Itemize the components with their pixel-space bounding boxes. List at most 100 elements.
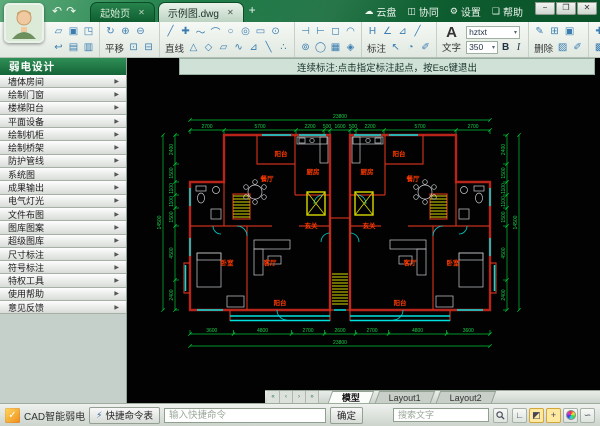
- tab-close-icon[interactable]: ✕: [227, 8, 234, 17]
- zoom-in-icon[interactable]: ⊕: [118, 24, 133, 39]
- offset-icon[interactable]: ⊚: [298, 40, 313, 55]
- sidebar-item-超级图库[interactable]: 超级图库▶: [0, 235, 126, 248]
- paste-icon[interactable]: ▣: [562, 24, 577, 39]
- dim-quick-icon[interactable]: ✐: [418, 40, 433, 55]
- donut-icon[interactable]: ◎: [238, 24, 253, 39]
- copy-icon[interactable]: ⊞: [547, 24, 562, 39]
- italic-button[interactable]: I: [512, 41, 525, 54]
- layout-tab-模型[interactable]: 模型: [328, 391, 374, 403]
- sidebar-item-楼梯阳台[interactable]: 楼梯阳台▶: [0, 102, 126, 115]
- prev-page-icon[interactable]: ‹: [280, 391, 293, 403]
- array-icon[interactable]: ▩: [592, 40, 600, 55]
- circle-icon[interactable]: ○: [223, 24, 238, 39]
- sidebar-item-系统图[interactable]: 系统图▶: [0, 168, 126, 181]
- save-icon[interactable]: ▣: [66, 24, 81, 39]
- close-button[interactable]: ✕: [577, 2, 597, 15]
- bold-button[interactable]: B: [499, 41, 512, 54]
- document-tab-1[interactable]: 示例图.dwg✕: [158, 2, 244, 22]
- sidebar-item-符号标注[interactable]: 符号标注▶: [0, 261, 126, 274]
- text-style-select[interactable]: hztxt ▾: [466, 26, 520, 39]
- dim-radius-icon[interactable]: ⊿: [395, 24, 410, 39]
- quick-command-button[interactable]: ⚡ 快捷命令表: [89, 407, 160, 424]
- matchprop-icon[interactable]: ▨: [555, 40, 570, 55]
- line-icon[interactable]: ╱: [163, 24, 178, 39]
- solid-icon[interactable]: ◈: [343, 40, 358, 55]
- user-avatar[interactable]: [4, 3, 44, 43]
- tab-close-icon[interactable]: ✕: [138, 8, 145, 17]
- rect2-icon[interactable]: ◻: [328, 24, 343, 39]
- sidebar-item-尺寸标注[interactable]: 尺寸标注▶: [0, 248, 126, 261]
- sidebar-item-绘制桥架[interactable]: 绘制桥架▶: [0, 141, 126, 154]
- pan-hand-icon[interactable]: ∽: [580, 408, 595, 423]
- ray-icon[interactable]: ╲: [261, 40, 276, 55]
- command-input[interactable]: [164, 408, 326, 423]
- last-page-icon[interactable]: »: [306, 391, 319, 403]
- sidebar-item-图库图案[interactable]: 图库图案▶: [0, 221, 126, 234]
- dim-arc-icon[interactable]: ◔: [403, 40, 418, 55]
- snap-icon[interactable]: ◩: [529, 408, 544, 423]
- title-action-设置[interactable]: ⚙设置: [450, 4, 481, 19]
- trapezoid-icon[interactable]: ⊿: [246, 40, 261, 55]
- sidebar-item-文件布图[interactable]: 文件布图▶: [0, 208, 126, 221]
- print-icon[interactable]: ▤: [66, 40, 81, 55]
- spline-icon[interactable]: ∿: [231, 40, 246, 55]
- arc2-icon[interactable]: ◠: [343, 24, 358, 39]
- hatch-icon[interactable]: ▦: [328, 40, 343, 55]
- floor-plan-drawing[interactable]: 2700570022005001600500220057002700238003…: [127, 78, 600, 390]
- title-action-协同[interactable]: ◫协同: [407, 4, 439, 19]
- sidebar-item-平面设备[interactable]: 平面设备▶: [0, 115, 126, 128]
- triangle-icon[interactable]: △: [186, 40, 201, 55]
- confirm-button[interactable]: 确定: [330, 407, 363, 424]
- search-icon[interactable]: [493, 408, 508, 423]
- zoom-out-icon[interactable]: ⊖: [133, 24, 148, 39]
- title-action-帮助[interactable]: ❑帮助: [492, 4, 523, 19]
- brush-icon[interactable]: ✐: [570, 40, 585, 55]
- next-page-icon[interactable]: ›: [293, 391, 306, 403]
- zoom-previous-icon[interactable]: ⊟: [141, 40, 156, 55]
- dim-leader-icon[interactable]: ↖: [388, 40, 403, 55]
- search-input[interactable]: [393, 408, 489, 422]
- sidebar-item-意见反馈[interactable]: 意见反馈▶: [0, 301, 126, 314]
- publish-icon[interactable]: ▥: [81, 40, 96, 55]
- point-icon[interactable]: ∴: [276, 40, 291, 55]
- xline-icon[interactable]: ✚: [178, 24, 193, 39]
- new-tab-button[interactable]: +: [249, 3, 256, 19]
- sidebar-item-使用帮助[interactable]: 使用帮助▶: [0, 288, 126, 301]
- layout-tab-Layout1[interactable]: Layout1: [375, 391, 435, 403]
- erase-icon[interactable]: ✎: [532, 24, 547, 39]
- title-action-云盘[interactable]: ☁云盘: [364, 4, 396, 19]
- dim-aligned-icon[interactable]: ╱: [410, 24, 425, 39]
- color-wheel-icon[interactable]: [563, 408, 578, 423]
- drawing-canvas[interactable]: 连续标注:点击指定标注起点，按Esc键退出: [127, 58, 600, 403]
- back-icon[interactable]: ↩: [51, 40, 66, 55]
- extend-icon[interactable]: ⊢: [313, 24, 328, 39]
- text-tool-icon[interactable]: A: [440, 26, 463, 40]
- undo-icon[interactable]: ↶: [52, 5, 62, 17]
- zoom-window-icon[interactable]: ⊡: [126, 40, 141, 55]
- polygon-icon[interactable]: ◇: [201, 40, 216, 55]
- text-height-select[interactable]: 350 ▾: [466, 41, 498, 54]
- orbit-icon[interactable]: ↻: [103, 24, 118, 39]
- document-tab-0[interactable]: 起始页✕: [90, 2, 155, 22]
- move-icon[interactable]: ✚: [592, 24, 600, 39]
- sidebar-item-绘制门窗[interactable]: 绘制门窗▶: [0, 88, 126, 101]
- layout-tab-Layout2[interactable]: Layout2: [436, 391, 496, 403]
- saveas-icon[interactable]: ◳: [81, 24, 96, 39]
- first-page-icon[interactable]: «: [267, 391, 280, 403]
- sidebar-item-防护管线[interactable]: 防护管线▶: [0, 155, 126, 168]
- polyline-icon[interactable]: 〜: [193, 24, 208, 39]
- sidebar-item-成果输出[interactable]: 成果输出▶: [0, 181, 126, 194]
- parallelogram-icon[interactable]: ▱: [216, 40, 231, 55]
- rectangle-icon[interactable]: ▭: [253, 24, 268, 39]
- open-icon[interactable]: ▱: [51, 24, 66, 39]
- sidebar-item-特权工具[interactable]: 特权工具▶: [0, 274, 126, 287]
- dim-linear-icon[interactable]: H: [365, 24, 380, 39]
- sidebar-item-墙体房间[interactable]: 墙体房间▶: [0, 75, 126, 88]
- dim-angular-icon[interactable]: ∠: [380, 24, 395, 39]
- arc-icon[interactable]: ⌒: [208, 24, 223, 39]
- crosshair-icon[interactable]: +: [546, 408, 561, 423]
- ellipse-icon[interactable]: ⊙: [268, 24, 283, 39]
- restore-button[interactable]: ❐: [556, 2, 576, 15]
- ortho-icon[interactable]: ∟: [512, 408, 527, 423]
- sidebar-item-电气灯光[interactable]: 电气灯光▶: [0, 195, 126, 208]
